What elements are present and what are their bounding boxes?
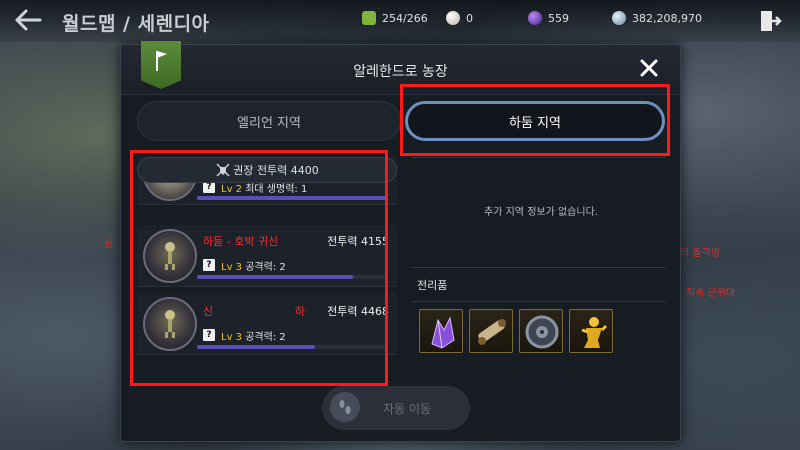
progress-bar [197,345,387,349]
stamina-value: 254/266 [382,11,428,25]
stamina-resource: 254/266 [362,11,428,25]
enemy-stat-text: 공격력: 2 [245,332,286,343]
list-item[interactable]: 신 하 전투력 4468 ? Lv 3 공격력: 2 [137,293,397,355]
enemy-name: 하둠 - 호박 귀신 [203,235,279,248]
auto-move-button[interactable]: 자동 이동 [322,386,470,430]
silver-resource: 382,208,970 [612,11,702,25]
map-label-right-bottom[interactable]: 직속 근위대 [686,284,735,299]
pumpkin-ghost-icon [165,310,175,338]
map-label-right-top[interactable]: 터 돌격병 [680,244,720,259]
pumpkin-ghost-icon [165,242,175,270]
enemy-level: Lv 3 [221,332,243,343]
dialog-title: 알레한드로 농장 [353,64,448,80]
loot-item[interactable] [569,309,613,353]
close-button[interactable] [638,57,660,79]
purple-crystal-icon [431,316,455,349]
back-button[interactable] [14,8,44,34]
pearl-resource: 0 [446,11,473,25]
tab-label: 하둠 지역 [509,115,561,131]
list-item[interactable]: 하둠 - 호박 귀신 전투력 4155 ? Lv 3 공격력: 2 [137,225,397,287]
enemy-avatar [143,229,197,283]
pearl-value: 0 [466,11,473,25]
silver-icon [612,11,626,25]
pearl-icon [446,11,460,25]
enemy-power: 전투력 4468 [327,305,389,318]
progress-bar [197,196,387,200]
crystal-icon [528,11,542,25]
close-icon [640,59,658,77]
map-label-left[interactable]: 삼 [104,235,113,250]
progress-fill [197,196,387,200]
footprints-icon [339,400,351,414]
progress-fill [197,275,353,279]
loot-item[interactable] [469,309,513,353]
top-bar: 월드맵 / 세렌디아 254/266 0 559 382,208,970 [0,0,800,42]
enemy-list[interactable]: ? Lv 2 최대 생명력: 1 하둠 - 호박 귀신 전투력 4155 ? L… [137,157,397,377]
right-panel-divider [411,267,666,268]
recommended-power-text: 권장 전투력 4400 [233,164,319,177]
enemy-avatar [143,297,197,351]
enemy-name-right: 하 [295,305,306,318]
stamina-icon [362,11,376,25]
recommended-power-header: 권장 전투력 4400 [137,157,397,183]
scroll-icon [478,319,506,345]
enemy-stat: Lv 3 공격력: 2 [221,258,286,273]
enemy-stat-text: 최대 생명력: 1 [245,184,308,195]
loot-divider [411,301,666,302]
tab-label: 엘리언 지역 [237,115,301,131]
loot-title: 전리품 [417,279,448,292]
exit-button[interactable] [758,9,782,33]
unknown-icon: ? [203,259,215,271]
golden-figure-icon [581,317,608,348]
crystal-value: 559 [548,11,569,25]
page-title: 월드맵 / 세렌디아 [62,13,210,35]
progress-bar [197,275,387,279]
loot-item[interactable] [419,309,463,353]
auto-move-label: 자동 이동 [383,401,431,416]
right-panel-divider-top [411,157,666,158]
crossed-swords-shield-icon [216,163,230,177]
progress-fill [197,345,315,349]
wheel-icon [525,315,559,349]
silver-value: 382,208,970 [632,11,702,25]
enemy-stat: Lv 3 공격력: 2 [221,328,286,343]
unknown-icon: ? [203,329,215,341]
region-dialog: 알레한드로 농장 엘리언 지역 하둠 지역 ? Lv 2 최대 생명력: 1 하… [120,41,681,442]
enemy-power: 전투력 4155 [327,235,389,248]
enemy-level: Lv 3 [221,262,243,273]
back-arrow-icon [15,9,42,31]
enemy-name: 신 [203,305,214,318]
footprints-icon-holder [330,392,360,422]
no-info-text: 추가 지역 정보가 없습니다. [484,207,598,218]
tab-elion-region[interactable]: 엘리언 지역 [137,101,401,141]
exit-door-icon [761,11,782,31]
crystal-resource: 559 [528,11,569,25]
tab-hadum-region[interactable]: 하둠 지역 [405,101,665,141]
enemy-level: Lv 2 [221,184,243,195]
loot-item[interactable] [519,309,563,353]
enemy-stat-text: 공격력: 2 [245,262,286,273]
